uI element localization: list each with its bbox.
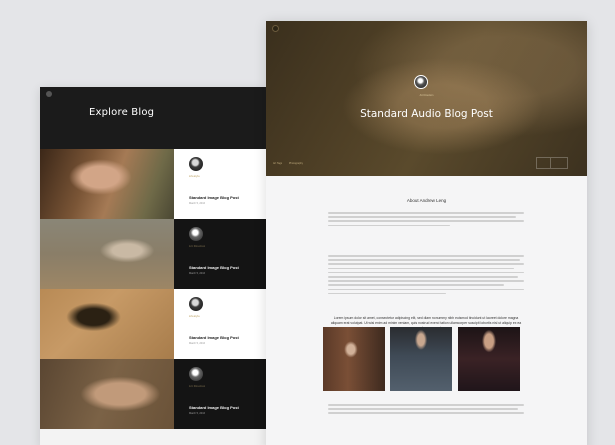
author-avatar [189, 367, 203, 381]
post-category[interactable]: Art Direction [189, 385, 205, 388]
left-footer [40, 429, 266, 445]
blog-row[interactable]: Art Direction Standard Image Blog Post M… [40, 219, 266, 289]
post-title[interactable]: Standard Image Blog Post [189, 335, 239, 340]
left-header: Explore Blog [40, 87, 266, 149]
author-avatar[interactable] [414, 75, 428, 89]
post-thumbnail[interactable] [40, 289, 174, 359]
post-title[interactable]: Standard Image Blog Post [189, 265, 239, 270]
body-paragraph [328, 212, 524, 229]
post-date: March 5, 2016 [189, 202, 205, 205]
gallery-image[interactable] [323, 327, 385, 391]
post-info[interactable]: Lifestyle Standard Image Blog Post March… [174, 149, 266, 219]
explore-blog-card: Explore Blog Lifestyle Standard Image Bl… [40, 87, 266, 445]
post-date: March 5, 2016 [189, 412, 205, 415]
gallery-image[interactable] [458, 327, 520, 391]
post-category[interactable]: Lifestyle [189, 315, 200, 318]
post-meta: Art Tags Photography [273, 162, 309, 165]
post-thumbnail[interactable] [40, 359, 174, 429]
blog-row[interactable]: Lifestyle Standard Image Blog Post March… [40, 289, 266, 359]
post-thumbnail[interactable] [40, 149, 174, 219]
post-date: March 5, 2016 [189, 342, 205, 345]
author-avatar [189, 227, 203, 241]
post-title: Standard Audio Blog Post [360, 108, 493, 120]
body-paragraph [328, 255, 524, 297]
image-gallery [323, 327, 521, 391]
meta-tag[interactable]: Photography [289, 162, 303, 165]
about-author-heading: About Andrew Leng [406, 198, 447, 203]
audio-player-controls[interactable] [536, 157, 568, 169]
post-body: About Andrew Leng Lorem ipsum dolor sit … [266, 176, 587, 445]
post-title[interactable]: Standard Image Blog Post [189, 195, 239, 200]
post-info[interactable]: Lifestyle Standard Image Blog Post March… [174, 289, 266, 359]
hero-category[interactable]: Art Direction [266, 94, 587, 97]
post-info[interactable]: Art Direction Standard Image Blog Post M… [174, 359, 266, 429]
post-date: March 5, 2016 [189, 272, 205, 275]
body-paragraph [328, 404, 524, 417]
blog-post-card: Art Direction Standard Audio Blog Post A… [266, 21, 587, 445]
post-category[interactable]: Art Direction [189, 245, 205, 248]
gallery-image[interactable] [390, 327, 452, 391]
post-thumbnail[interactable] [40, 219, 174, 289]
explore-blog-title: Explore Blog [89, 107, 155, 118]
author-avatar [189, 297, 203, 311]
hero-image: Art Direction Standard Audio Blog Post A… [266, 21, 587, 176]
post-title[interactable]: Standard Image Blog Post [189, 405, 239, 410]
author-avatar [189, 157, 203, 171]
blog-row[interactable]: Lifestyle Standard Image Blog Post March… [40, 149, 266, 219]
logo-icon[interactable] [46, 91, 52, 97]
post-category[interactable]: Lifestyle [189, 175, 200, 178]
blog-post-grid: Lifestyle Standard Image Blog Post March… [40, 149, 266, 429]
meta-tag[interactable]: Art Tags [273, 162, 282, 165]
logo-icon[interactable] [272, 25, 279, 32]
post-info[interactable]: Art Direction Standard Image Blog Post M… [174, 219, 266, 289]
blog-row[interactable]: Art Direction Standard Image Blog Post M… [40, 359, 266, 429]
